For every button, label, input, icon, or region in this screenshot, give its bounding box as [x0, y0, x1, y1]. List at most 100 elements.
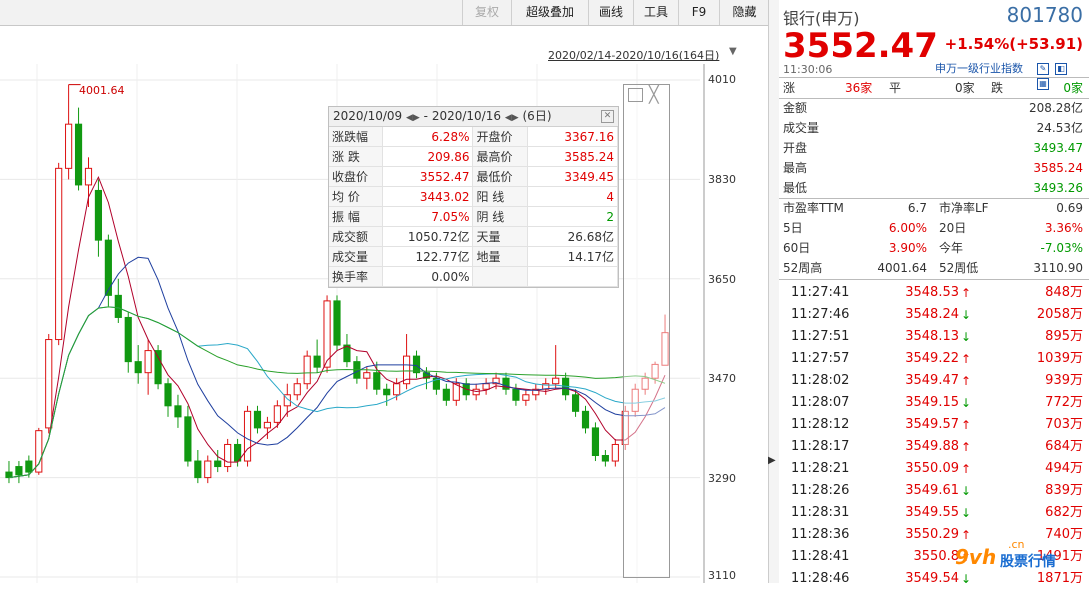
candle-up [273, 405, 281, 423]
edit-icon[interactable]: ✎ [1037, 63, 1049, 75]
candle-up [263, 421, 271, 429]
candle-down [571, 394, 580, 412]
range-dropdown-icon[interactable]: ▼ [729, 46, 737, 57]
popup-close-icon[interactable]: ✕ [601, 110, 614, 123]
popup-value: 14.17亿 [527, 246, 619, 267]
stat-value: 4001.64 [877, 261, 927, 275]
tick-volume: 682万 [1045, 505, 1083, 520]
candle-up [144, 350, 152, 374]
index-code: 801780 [1006, 3, 1083, 27]
interval-selection[interactable]: ╳ [623, 84, 670, 578]
tick-volume: 1039万 [1036, 351, 1083, 366]
down-count: 0家 [1063, 81, 1083, 95]
popup-value: 2 [527, 206, 619, 227]
watermark-logo: 9vh [955, 545, 997, 569]
down-arrow-icon: ↓ [961, 484, 972, 498]
popup-value: 3367.16 [527, 127, 619, 147]
candle-up [204, 460, 212, 479]
tick-price: 3549.15 [905, 395, 959, 410]
candle-down [333, 300, 341, 346]
tick-volume: 895万 [1045, 329, 1083, 344]
candle-down [383, 388, 391, 396]
popup-key: 天量 [472, 226, 528, 247]
popup-value: 3552.47 [382, 166, 474, 187]
date-step-icon[interactable]: ◀▶ [406, 113, 420, 123]
toolbar-super-overlay-button[interactable]: 超级叠加 [511, 0, 588, 25]
popup-date-to[interactable]: 2020/10/16 [432, 109, 501, 123]
popup-value: 3585.24 [527, 146, 619, 167]
popup-key: 均 价 [329, 186, 384, 207]
tick-price: 3549.88 [905, 439, 959, 454]
stat-value: 0.69 [1056, 201, 1083, 215]
current-price: 3552.47 [783, 26, 938, 66]
close-icon[interactable]: ╳ [649, 85, 659, 104]
popup-date-from[interactable]: 2020/10/09 [333, 109, 402, 123]
tick-row: 11:28:31 3549.55 ↓ 682万 [779, 502, 1083, 524]
tick-time: 11:27:46 [791, 307, 850, 322]
candle-up [363, 372, 371, 379]
stat-value: 3585.24 [1033, 161, 1083, 175]
price-change: +1.54%(+53.91) [944, 35, 1083, 53]
popup-key: 地量 [472, 246, 528, 267]
toolbar-tools-button[interactable]: 工具 [633, 0, 678, 25]
up-arrow-icon: ↑ [961, 286, 972, 300]
stat-value: 24.53亿 [1036, 121, 1083, 135]
popup-row: 成交额 1050.72亿 天量 26.68亿 [329, 226, 619, 247]
popup-row: 成交量 122.77亿 地量 14.17亿 [329, 246, 619, 267]
tick-price: 3548.13 [905, 329, 959, 344]
index-category-link[interactable]: 申万一级行业指数 [935, 60, 1023, 76]
candle-down [184, 416, 192, 462]
maximize-icon[interactable] [628, 88, 643, 102]
popup-days: (6日) [522, 109, 552, 123]
candle-down [373, 372, 381, 390]
popup-row: 收盘价 3552.47 最低价 3349.45 [329, 166, 619, 187]
stat-value: 3.36% [1044, 221, 1083, 235]
tick-price: 3549.55 [905, 505, 959, 520]
collapse-arrow-icon[interactable]: ▶ [768, 455, 776, 466]
toolbar-draw-line-button[interactable]: 画线 [588, 0, 633, 25]
y-axis-label: 3290 [708, 472, 736, 485]
popup-value: 209.86 [382, 146, 474, 167]
stat-value: 208.28亿 [1029, 101, 1083, 115]
down-arrow-icon: ↓ [961, 330, 972, 344]
candle-down [25, 460, 33, 473]
watermark-domain: .cn [1008, 538, 1025, 551]
stat-value: 3110.90 [1033, 261, 1083, 275]
popup-row: 涨 跌 209.86 最高价 3585.24 [329, 146, 619, 167]
candle-down [154, 350, 162, 385]
candle-down [194, 460, 202, 479]
candle-up [55, 167, 63, 341]
candle-down [94, 189, 103, 241]
chart-icon[interactable]: ◧ [1055, 63, 1067, 75]
date-step-icon[interactable]: ◀▶ [505, 113, 519, 123]
popup-key: 涨 跌 [329, 146, 384, 167]
tick-price: 3549.22 [905, 351, 959, 366]
tick-time: 11:28:21 [791, 461, 850, 476]
tick-volume: 494万 [1045, 461, 1083, 476]
tick-time: 11:28:36 [791, 527, 850, 542]
candle-up [84, 167, 93, 186]
candle-up [243, 410, 252, 462]
stat-value: 3.90% [888, 241, 927, 255]
toolbar-fuquan-button[interactable]: 复权 [462, 0, 511, 25]
popup-key: 收盘价 [329, 166, 384, 187]
toolbar-f9-button[interactable]: F9 [678, 0, 719, 25]
down-count-label: 跌 [991, 81, 1004, 95]
watermark-text: 股票行情 [1000, 554, 1056, 570]
stat-label: 最高 [783, 161, 808, 175]
popup-table: 涨跌幅 6.28% 开盘价 3367.16 涨 跌 209.86 最高价 358… [329, 127, 619, 287]
tick-row: 11:28:17 3549.88 ↑ 684万 [779, 436, 1083, 458]
popup-key [472, 266, 528, 287]
breadth-row: 涨 36家 平 0家 跌 0家 [779, 78, 1083, 98]
up-arrow-icon: ↑ [961, 374, 972, 388]
down-arrow-icon: ↓ [961, 308, 972, 322]
down-arrow-icon: ↓ [961, 506, 972, 520]
tick-price: 3549.54 [905, 571, 959, 586]
separator [779, 279, 1089, 280]
stat-value: 3493.26 [1033, 181, 1083, 195]
up-arrow-icon: ↑ [961, 528, 972, 542]
date-range-selector[interactable]: 2020/02/14-2020/10/16(164日) [548, 47, 719, 63]
candle-down [174, 405, 182, 418]
toolbar-hide-button[interactable]: 隐藏 [719, 0, 769, 25]
tick-row: 11:28:07 3549.15 ↓ 772万 [779, 392, 1083, 414]
